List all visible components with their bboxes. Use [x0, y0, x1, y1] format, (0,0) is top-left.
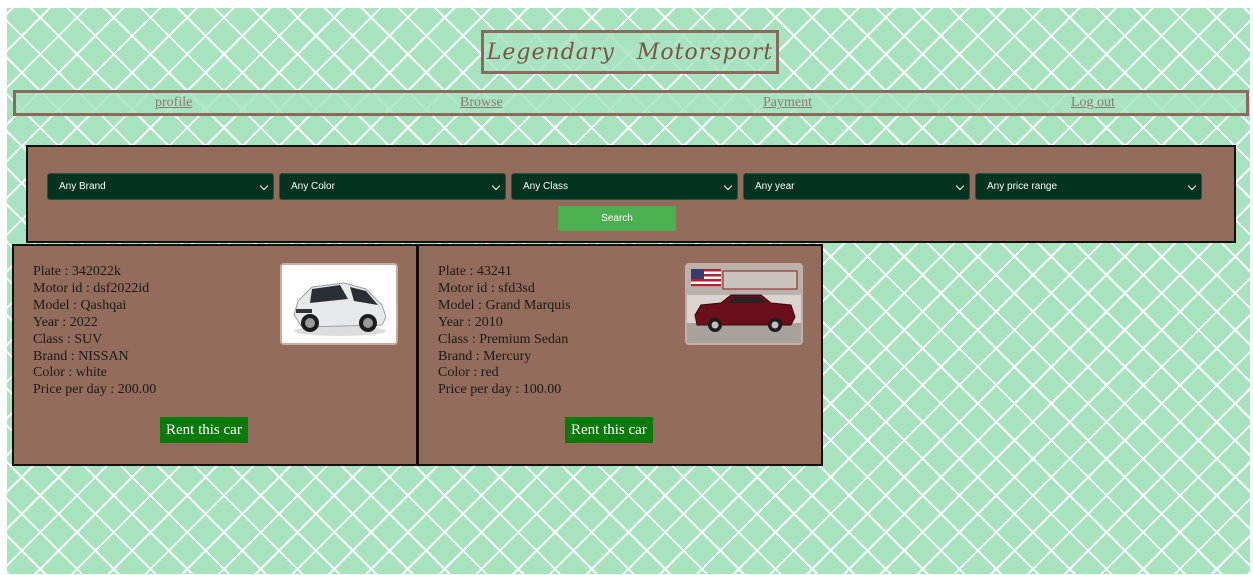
car-photo: [685, 263, 803, 345]
year-select[interactable]: Any year: [743, 173, 970, 200]
chevron-down-icon: [259, 181, 269, 191]
class-select[interactable]: Any Class: [511, 173, 738, 200]
car-brand: Brand : NISSAN: [33, 348, 129, 364]
car-year: Year : 2022: [33, 314, 98, 330]
site-logo-text: Legendary Motorsport: [486, 39, 774, 65]
year-select-value: Any year: [755, 181, 795, 192]
car-plate: Plate : 342022k: [33, 264, 121, 279]
car-class: Class : SUV: [33, 331, 103, 347]
car-color: Color : white: [33, 365, 107, 381]
search-filter-panel: Any Brand Any Color Any Class Any year A…: [26, 145, 1236, 243]
chevron-down-icon: [955, 181, 965, 191]
page-background: Legendary Motorsport profile Browse Paym…: [7, 8, 1250, 574]
chevron-down-icon: [491, 181, 501, 191]
price-range-select[interactable]: Any price range: [975, 173, 1202, 200]
car-motor-id: Motor id : sfd3sd: [438, 280, 535, 296]
rent-car-button[interactable]: Rent this car: [160, 417, 248, 443]
class-select-value: Any Class: [523, 181, 569, 192]
nav-link-browse[interactable]: Browse: [460, 95, 503, 111]
price-range-select-value: Any price range: [987, 181, 1058, 192]
site-logo: Legendary Motorsport: [481, 30, 779, 74]
car-photo: [280, 263, 398, 345]
car-price: Price per day : 200.00: [33, 382, 157, 398]
nav-link-logout[interactable]: Log out: [1071, 95, 1115, 111]
car-color: Color : red: [438, 365, 499, 381]
car-details: Plate : 342022k Motor id : dsf2022id Mod…: [33, 264, 156, 399]
car-plate: Plate : 43241: [438, 264, 512, 279]
search-button[interactable]: Search: [558, 206, 676, 231]
chevron-down-icon: [723, 181, 733, 191]
car-class: Class : Premium Sedan: [438, 331, 569, 347]
color-select-value: Any Color: [291, 181, 335, 192]
color-select[interactable]: Any Color: [279, 173, 506, 200]
brand-select-value: Any Brand: [59, 181, 106, 192]
car-model: Model : Grand Marquis: [438, 297, 571, 313]
chevron-down-icon: [1187, 181, 1197, 191]
car-card: Plate : 342022k Motor id : dsf2022id Mod…: [12, 244, 418, 466]
rent-car-button[interactable]: Rent this car: [565, 417, 653, 443]
car-card: Plate : 43241 Motor id : sfd3sd Model : …: [417, 244, 823, 466]
car-year: Year : 2010: [438, 314, 503, 330]
car-model: Model : Qashqai: [33, 297, 127, 313]
car-price: Price per day : 100.00: [438, 382, 562, 398]
car-brand: Brand : Mercury: [438, 348, 532, 364]
nav-bar: profile Browse Payment Log out: [13, 90, 1249, 116]
car-motor-id: Motor id : dsf2022id: [33, 280, 150, 296]
brand-select[interactable]: Any Brand: [47, 173, 274, 200]
nav-link-payment[interactable]: Payment: [763, 95, 812, 111]
nav-link-profile[interactable]: profile: [155, 95, 192, 111]
car-details: Plate : 43241 Motor id : sfd3sd Model : …: [438, 264, 571, 399]
